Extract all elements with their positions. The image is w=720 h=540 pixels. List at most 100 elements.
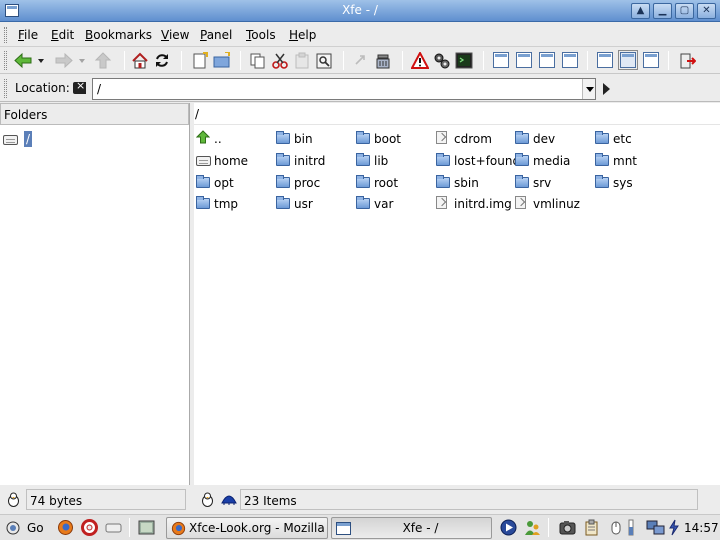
clipboard-icon[interactable]	[583, 519, 600, 536]
toolbar-separator	[240, 51, 241, 70]
volume-slider-icon[interactable]	[626, 519, 636, 536]
warning-icon[interactable]	[411, 52, 429, 69]
user-switcher-icon[interactable]	[524, 519, 541, 536]
media-player-icon[interactable]	[500, 519, 517, 536]
toolbar-separator	[402, 51, 403, 70]
location-input[interactable]	[92, 78, 596, 100]
trash-icon[interactable]	[374, 52, 392, 69]
terminal-icon[interactable]	[455, 52, 473, 69]
one-panel-view-icon[interactable]	[493, 52, 509, 68]
file-name: var	[374, 197, 394, 211]
file-name: vmlinuz	[533, 197, 580, 211]
toolbar-separator	[181, 51, 182, 70]
file-name: opt	[214, 176, 234, 190]
properties-icon[interactable]	[315, 52, 333, 69]
menu-bookmarks[interactable]: Bookmarks	[85, 28, 152, 42]
network-icon[interactable]	[646, 519, 666, 536]
file-icon	[436, 131, 447, 144]
firefox-icon	[171, 521, 186, 536]
filter-hat-icon[interactable]	[221, 493, 237, 506]
new-folder-icon[interactable]	[213, 52, 231, 69]
taskbar-separator	[548, 518, 549, 537]
toolbar-grip[interactable]	[4, 51, 7, 70]
file-name: usr	[294, 197, 313, 211]
file-icon	[515, 196, 526, 209]
toolbar-separator	[668, 51, 669, 70]
go-menu-label[interactable]: Go	[27, 521, 44, 535]
lightning-icon[interactable]	[668, 519, 680, 536]
new-file-icon[interactable]	[191, 52, 209, 69]
task-xfe[interactable]: Xfe - /	[331, 517, 492, 539]
drive-launcher-icon[interactable]	[105, 519, 122, 536]
big-icons-view-icon[interactable]	[597, 52, 613, 68]
task-label: Xfce-Look.org - Mozilla ...	[189, 521, 328, 535]
up-directory-icon[interactable]	[94, 52, 112, 69]
file-name: srv	[533, 176, 552, 190]
menu-view[interactable]: View	[161, 28, 189, 42]
file-name: dev	[533, 132, 556, 146]
copy-icon[interactable]	[249, 52, 267, 69]
back-icon[interactable]	[14, 52, 32, 69]
refresh-icon[interactable]	[153, 52, 171, 69]
clear-location-icon[interactable]	[73, 79, 86, 94]
menu-bar: File Edit Bookmarks View Panel Tools Hel…	[0, 23, 720, 47]
folder-icon	[436, 153, 450, 166]
detailed-list-view-icon[interactable]	[643, 52, 659, 68]
location-history-dropdown[interactable]	[582, 79, 595, 99]
menubar-grip[interactable]	[4, 27, 7, 43]
screenshot-icon[interactable]	[559, 519, 576, 536]
penguin-icon[interactable]	[6, 492, 21, 507]
tree-two-panels-view-icon[interactable]	[562, 52, 578, 68]
tree-panel-view-icon[interactable]	[516, 52, 532, 68]
clock: 14:57	[684, 521, 719, 535]
menu-edit[interactable]: Edit	[51, 28, 74, 42]
menu-file[interactable]: File	[18, 28, 38, 42]
quit-icon[interactable]	[678, 52, 696, 69]
two-panels-view-icon[interactable]	[539, 52, 555, 68]
gears-icon[interactable]	[433, 52, 451, 69]
file-name: root	[374, 176, 399, 190]
forward-history-dropdown-icon[interactable]	[77, 52, 87, 69]
menu-help[interactable]: Help	[289, 28, 316, 42]
toolbar-separator	[124, 51, 125, 70]
maximize-window-button[interactable]: ▢	[675, 3, 694, 19]
lifebuoy-launcher-icon[interactable]	[81, 519, 98, 536]
file-list-panel: / .. bin boot cdrom dev etc home initrd lib lost+…	[194, 103, 720, 485]
locationbar-grip[interactable]	[4, 79, 7, 98]
show-desktop-icon[interactable]	[138, 519, 155, 536]
folder-icon	[276, 131, 290, 144]
shade-window-button[interactable]: ▲	[631, 3, 650, 19]
paste-icon[interactable]	[293, 52, 311, 69]
file-name: cdrom	[454, 132, 492, 146]
folder-icon	[595, 153, 609, 166]
go-location-icon[interactable]	[603, 83, 610, 95]
close-window-button[interactable]: ✕	[697, 3, 716, 19]
current-path: /	[194, 103, 720, 125]
task-firefox[interactable]: Xfce-Look.org - Mozilla ...	[166, 517, 328, 539]
symlink-icon[interactable]	[352, 52, 370, 69]
folder-icon	[196, 196, 210, 209]
cut-icon[interactable]	[271, 52, 289, 69]
penguin-icon[interactable]	[200, 492, 215, 507]
mouse-icon[interactable]	[607, 519, 624, 536]
folder-icon	[356, 153, 370, 166]
menu-tools[interactable]: Tools	[246, 28, 276, 42]
left-status-text: 74 bytes	[26, 489, 186, 510]
minimize-window-button[interactable]: ▁	[653, 3, 672, 19]
folder-icon	[356, 175, 370, 188]
firefox-launcher-icon[interactable]	[57, 519, 74, 536]
folders-panel: Folders /	[0, 103, 190, 485]
back-history-dropdown-icon[interactable]	[36, 52, 46, 69]
folders-header[interactable]: Folders	[0, 103, 189, 125]
folder-icon	[276, 175, 290, 188]
file-name: initrd	[294, 154, 326, 168]
task-label: Xfe - /	[402, 521, 439, 535]
home-icon[interactable]	[131, 52, 149, 69]
menu-panel[interactable]: Panel	[200, 28, 232, 42]
forward-icon[interactable]	[55, 52, 73, 69]
xfce-menu-icon[interactable]	[4, 520, 22, 536]
file-name: sbin	[454, 176, 479, 190]
folder-icon	[595, 175, 609, 188]
small-icons-view-icon[interactable]	[618, 50, 638, 70]
file-name: mnt	[613, 154, 637, 168]
